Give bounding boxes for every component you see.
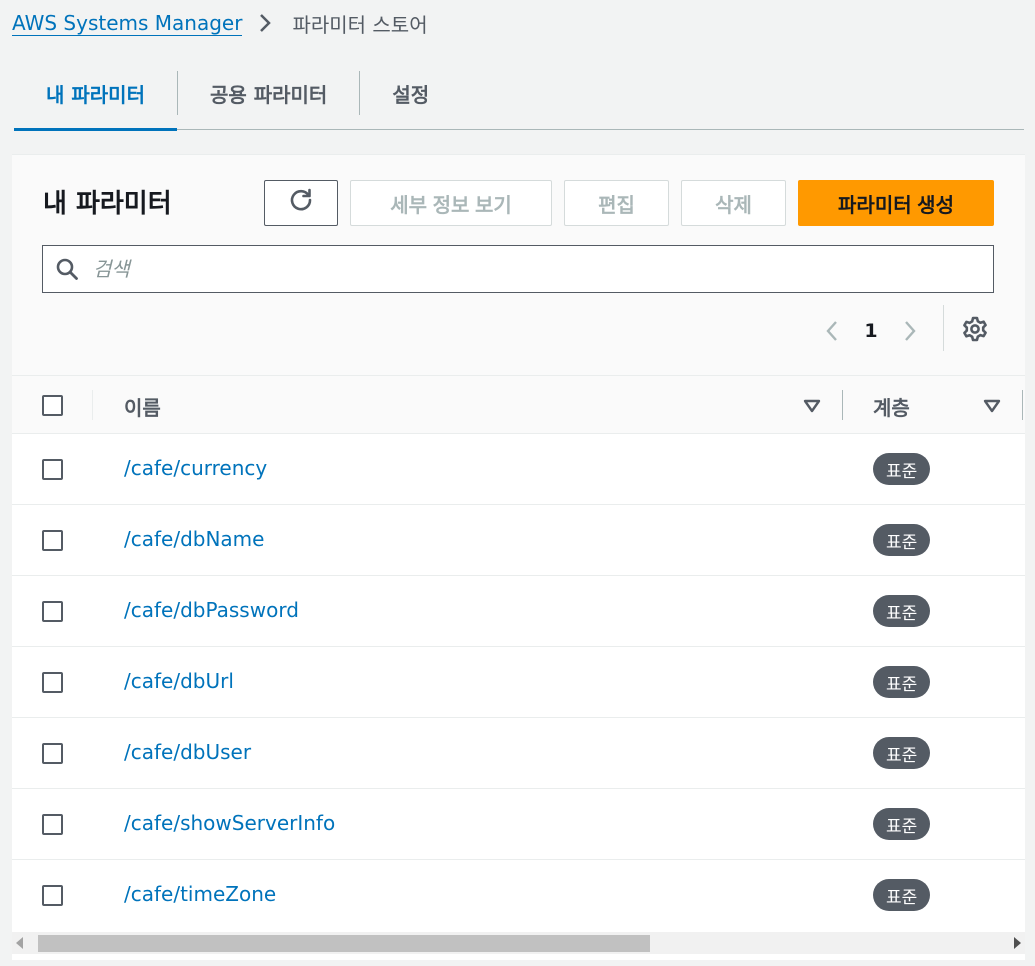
table-row: /cafe/dbUser 표준 bbox=[12, 718, 1025, 789]
delete-button[interactable]: 삭제 bbox=[681, 180, 786, 226]
tab-bar: 내 파라미터 공용 파라미터 설정 bbox=[14, 56, 1024, 131]
tier-badge: 표준 bbox=[873, 879, 931, 911]
table-row: /cafe/currency 표준 bbox=[12, 434, 1025, 505]
pagination-divider bbox=[943, 305, 944, 351]
tier-badge: 표준 bbox=[873, 524, 931, 556]
previous-page-button[interactable] bbox=[817, 316, 847, 346]
tab-public-parameters[interactable]: 공용 파라미터 bbox=[178, 56, 359, 130]
page-number[interactable]: 1 bbox=[859, 320, 883, 342]
pagination: 1 bbox=[817, 310, 925, 352]
parameter-name-link[interactable]: /cafe/dbUrl bbox=[124, 669, 234, 693]
parameter-name-link[interactable]: /cafe/dbName bbox=[124, 527, 264, 551]
column-header-name[interactable]: 이름 bbox=[124, 392, 161, 421]
scrollbar-thumb[interactable] bbox=[38, 935, 650, 952]
row-checkbox[interactable] bbox=[42, 459, 63, 480]
scroll-right-arrow-icon[interactable] bbox=[1014, 937, 1021, 949]
breadcrumb-current: 파라미터 스토어 bbox=[292, 12, 428, 37]
row-checkbox[interactable] bbox=[42, 530, 63, 551]
table-row: /cafe/dbName 표준 bbox=[12, 505, 1025, 576]
refresh-button[interactable] bbox=[264, 180, 338, 226]
chevron-right-icon bbox=[258, 11, 278, 35]
panel-title: 내 파라미터 bbox=[43, 189, 172, 219]
edit-button[interactable]: 편집 bbox=[564, 180, 669, 226]
tier-badge: 표준 bbox=[873, 595, 931, 627]
search-icon bbox=[55, 257, 79, 281]
table-row: /cafe/dbPassword 표준 bbox=[12, 576, 1025, 647]
refresh-icon bbox=[288, 187, 314, 219]
chevron-left-icon bbox=[826, 321, 837, 341]
row-checkbox[interactable] bbox=[42, 743, 63, 764]
panel-header: 내 파라미터 세부 정보 보기 편집 삭제 파라미터 생성 검색 1 bbox=[12, 155, 1025, 376]
parameter-name-link[interactable]: /cafe/dbUser bbox=[124, 740, 251, 764]
parameters-panel: 내 파라미터 세부 정보 보기 편집 삭제 파라미터 생성 검색 1 이름 계층… bbox=[12, 154, 1025, 960]
table-header: 이름 계층 bbox=[12, 376, 1025, 434]
column-resizer[interactable] bbox=[842, 390, 843, 420]
column-resizer[interactable] bbox=[1022, 390, 1023, 420]
table-body: /cafe/currency 표준 /cafe/dbName 표준 /cafe/… bbox=[12, 434, 1025, 931]
tier-badge: 표준 bbox=[873, 453, 931, 485]
tab-my-parameters[interactable]: 내 파라미터 bbox=[14, 56, 177, 131]
parameter-name-link[interactable]: /cafe/currency bbox=[124, 456, 267, 480]
parameter-name-link[interactable]: /cafe/timeZone bbox=[124, 882, 276, 906]
tier-badge: 표준 bbox=[873, 666, 931, 698]
view-details-button[interactable]: 세부 정보 보기 bbox=[350, 180, 552, 226]
breadcrumb-link-systems-manager[interactable]: AWS Systems Manager bbox=[12, 11, 243, 36]
search-box bbox=[42, 245, 994, 293]
select-all-checkbox[interactable] bbox=[42, 395, 63, 416]
next-page-button[interactable] bbox=[895, 316, 925, 346]
gear-icon[interactable] bbox=[961, 315, 989, 343]
create-parameter-button[interactable]: 파라미터 생성 bbox=[798, 180, 994, 226]
sort-down-icon[interactable] bbox=[982, 396, 1002, 416]
table-row: /cafe/showServerInfo 표준 bbox=[12, 789, 1025, 860]
table-row: /cafe/timeZone 표준 bbox=[12, 860, 1025, 931]
horizontal-scrollbar[interactable] bbox=[12, 932, 1025, 954]
tier-badge: 표준 bbox=[873, 737, 931, 769]
column-header-tier[interactable]: 계층 bbox=[873, 392, 910, 421]
row-checkbox[interactable] bbox=[42, 885, 63, 906]
scroll-left-arrow-icon[interactable] bbox=[16, 937, 23, 949]
row-checkbox[interactable] bbox=[42, 672, 63, 693]
parameter-name-link[interactable]: /cafe/dbPassword bbox=[124, 598, 299, 622]
chevron-right-icon bbox=[905, 321, 916, 341]
row-checkbox[interactable] bbox=[42, 814, 63, 835]
table-row: /cafe/dbUrl 표준 bbox=[12, 647, 1025, 718]
search-input[interactable] bbox=[93, 257, 953, 281]
tab-settings[interactable]: 설정 bbox=[360, 56, 461, 130]
tier-badge: 표준 bbox=[873, 808, 931, 840]
column-divider bbox=[92, 390, 93, 420]
sort-down-icon[interactable] bbox=[802, 396, 822, 416]
breadcrumb: AWS Systems Manager 파라미터 스토어 bbox=[12, 8, 428, 38]
parameter-name-link[interactable]: /cafe/showServerInfo bbox=[124, 811, 335, 835]
row-checkbox[interactable] bbox=[42, 601, 63, 622]
